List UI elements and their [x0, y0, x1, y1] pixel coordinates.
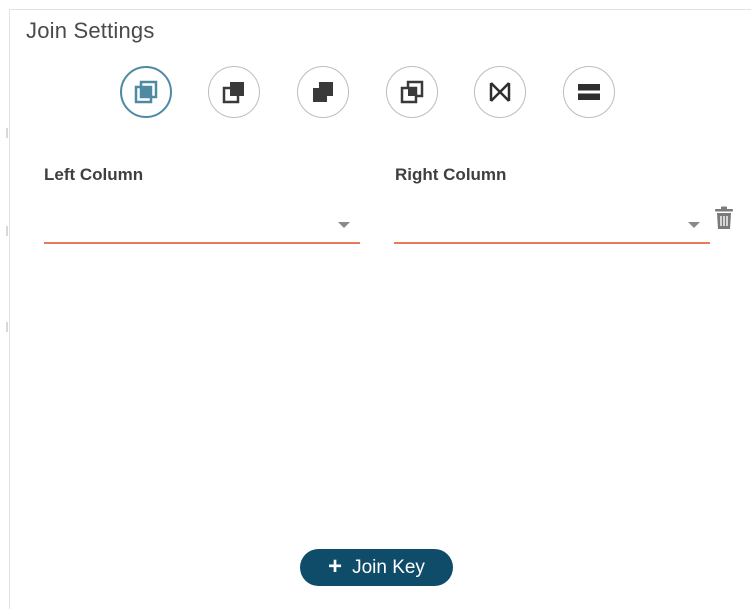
trash-icon: [715, 206, 733, 229]
union-bars-icon: [578, 84, 600, 100]
join-type-inner-button[interactable]: [120, 66, 172, 118]
plus-icon: +: [328, 552, 343, 580]
left-join-icon: [222, 82, 244, 104]
right-column-select[interactable]: [394, 200, 710, 244]
join-type-left-button[interactable]: [208, 66, 260, 118]
delete-join-key-button[interactable]: [713, 206, 735, 235]
right-join-icon: [313, 82, 333, 102]
panel-title: Join Settings: [26, 18, 155, 43]
join-type-natural-button[interactable]: [474, 66, 526, 118]
left-column-select[interactable]: [44, 200, 360, 244]
join-type-union-button[interactable]: [563, 66, 615, 118]
add-join-key-button[interactable]: + Join Key: [300, 549, 453, 586]
bowtie-icon: [489, 82, 511, 102]
join-type-right-button[interactable]: [297, 66, 349, 118]
left-ruler: [0, 0, 9, 609]
inner-join-icon: [134, 80, 158, 104]
join-type-outer-button[interactable]: [386, 66, 438, 118]
add-join-key-label: Join Key: [352, 556, 425, 578]
right-column-label: Right Column: [395, 165, 507, 184]
left-column-label: Left Column: [44, 165, 144, 184]
chevron-down-icon: [338, 222, 350, 228]
chevron-down-icon: [688, 222, 700, 228]
full-outer-join-icon: [400, 80, 424, 104]
